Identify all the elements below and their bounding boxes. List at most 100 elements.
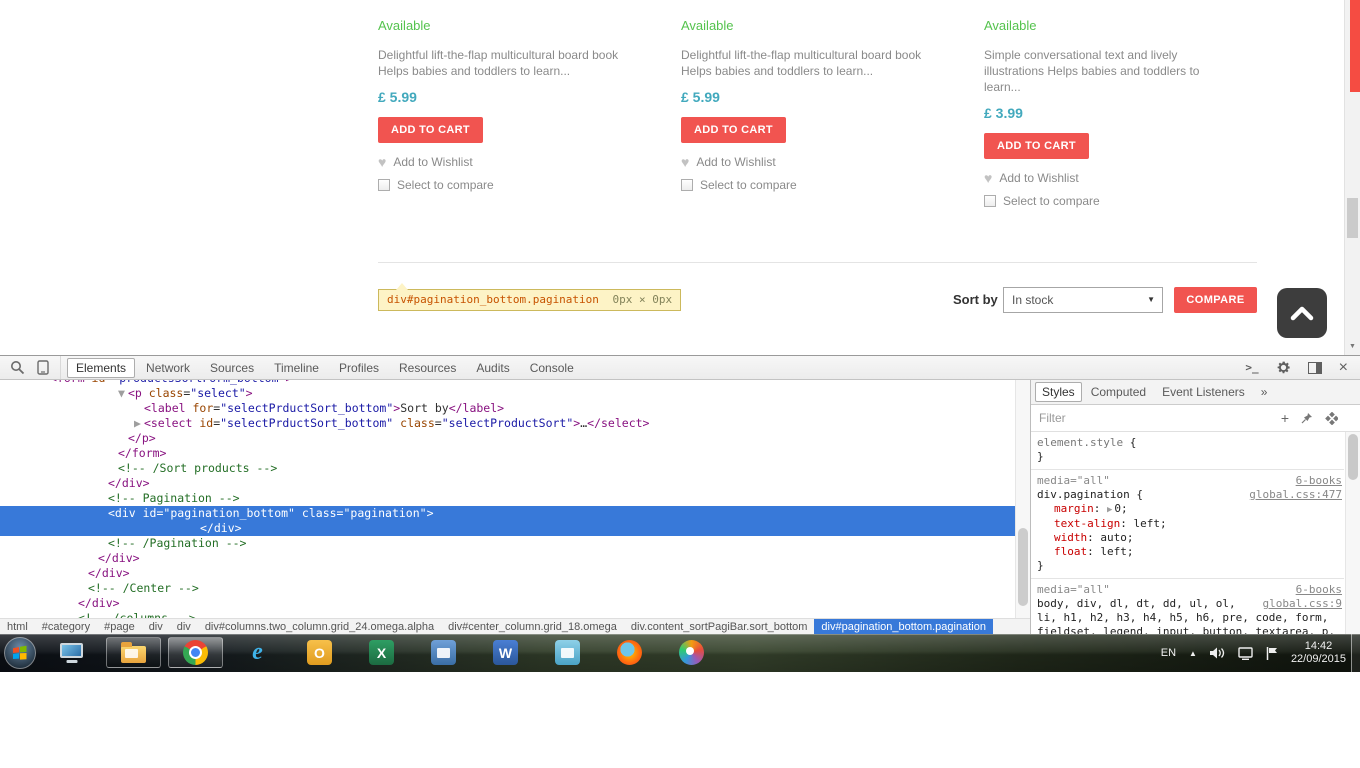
- clock[interactable]: 14:42 22/09/2015: [1291, 640, 1346, 666]
- styles-tab-styles[interactable]: Styles: [1035, 382, 1082, 402]
- devtools-tab-resources[interactable]: Resources: [390, 358, 465, 378]
- search-icon[interactable]: [10, 360, 25, 375]
- css-property-value[interactable]: auto: [1100, 531, 1127, 544]
- stylesheet-link[interactable]: global.css:477: [1249, 488, 1342, 502]
- elements-tree-node[interactable]: </div>: [0, 566, 1015, 581]
- add-to-wishlist-link[interactable]: ♥ Add to Wishlist: [984, 171, 1287, 185]
- css-property-name[interactable]: width: [1054, 531, 1087, 544]
- select-to-compare[interactable]: Select to compare: [378, 178, 681, 192]
- breadcrumb-item[interactable]: html: [0, 621, 35, 633]
- stylesheet-link[interactable]: 6-books: [1296, 583, 1342, 597]
- add-to-wishlist-link[interactable]: ♥ Add to Wishlist: [681, 155, 984, 169]
- taskbar-firefox-button[interactable]: [602, 637, 657, 668]
- console-drawer-icon[interactable]: >_: [1245, 361, 1258, 374]
- volume-icon[interactable]: [1209, 647, 1225, 659]
- css-property[interactable]: float: left;: [1037, 545, 1344, 559]
- devtools-tab-audits[interactable]: Audits: [467, 358, 518, 378]
- page-scrollbar-thumb[interactable]: [1347, 198, 1358, 238]
- devtools-tab-sources[interactable]: Sources: [201, 358, 263, 378]
- devtools-tab-profiles[interactable]: Profiles: [330, 358, 388, 378]
- elements-tree-node[interactable]: ▼ <p class="select">: [0, 386, 1015, 401]
- element-state-icon[interactable]: [1325, 411, 1338, 425]
- breadcrumb-item[interactable]: div#pagination_bottom.pagination: [814, 619, 993, 634]
- styles-filter-input[interactable]: Filter: [1039, 411, 1066, 425]
- new-style-rule-icon[interactable]: +: [1281, 411, 1289, 425]
- sort-select-dropdown[interactable]: In stock ▼: [1003, 287, 1163, 313]
- action-center-flag-icon[interactable]: [1266, 646, 1278, 660]
- styles-scrollbar[interactable]: [1345, 432, 1360, 634]
- css-property-value[interactable]: left: [1133, 517, 1160, 530]
- breadcrumb-item[interactable]: #page: [97, 621, 142, 633]
- taskbar-desktop-icon[interactable]: [44, 637, 99, 668]
- add-to-cart-button[interactable]: ADD TO CART: [378, 117, 483, 143]
- expand-arrow-icon[interactable]: ▶: [1107, 505, 1112, 515]
- elements-tree-node[interactable]: </div>: [0, 476, 1015, 491]
- elements-tree-node[interactable]: <!-- Pagination -->: [0, 491, 1015, 506]
- add-to-wishlist-link[interactable]: ♥ Add to Wishlist: [378, 155, 681, 169]
- compare-checkbox[interactable]: [984, 195, 996, 207]
- css-selector[interactable]: element.style: [1037, 436, 1123, 449]
- styles-scrollbar-thumb[interactable]: [1348, 434, 1358, 480]
- gear-icon[interactable]: [1276, 360, 1291, 375]
- breadcrumb-item[interactable]: div#center_column.grid_18.omega: [441, 621, 624, 633]
- network-icon[interactable]: [1238, 646, 1253, 660]
- dock-side-icon[interactable]: [1307, 361, 1322, 374]
- device-toolbar-icon[interactable]: [36, 360, 50, 375]
- elements-tree-node[interactable]: <div id="pagination_bottom" class="pagin…: [0, 506, 1015, 521]
- elements-tree-node[interactable]: <!-- /Pagination -->: [0, 536, 1015, 551]
- styles-tab-event-listeners[interactable]: Event Listeners: [1155, 382, 1252, 402]
- css-selector[interactable]: body, div, dl, dt, dd, ul, ol,: [1037, 597, 1236, 611]
- stylesheet-link[interactable]: global.css:9: [1263, 597, 1342, 611]
- elements-scrollbar[interactable]: [1015, 380, 1030, 618]
- css-property-name[interactable]: float: [1054, 545, 1087, 558]
- elements-tree-node[interactable]: <label for="selectPrductSort_bottom">Sor…: [0, 401, 1015, 416]
- scrollbar-down-arrow[interactable]: ▼: [1345, 339, 1360, 355]
- elements-tree-node[interactable]: <!-- /Center -->: [0, 581, 1015, 596]
- taskbar-excel-button[interactable]: X: [354, 637, 409, 668]
- styles-tab-computed[interactable]: Computed: [1084, 382, 1153, 402]
- scroll-to-top-button[interactable]: [1277, 288, 1327, 338]
- pin-icon[interactable]: [1301, 412, 1313, 424]
- elements-tree-node[interactable]: <!-- /columns -->: [0, 611, 1015, 618]
- taskbar-app-teal-button[interactable]: [540, 637, 595, 668]
- taskbar-word-button[interactable]: W: [478, 637, 533, 668]
- breadcrumb-item[interactable]: div#columns.two_column.grid_24.omega.alp…: [198, 621, 441, 633]
- css-selector[interactable]: fieldset, legend, input, button, textare…: [1037, 625, 1335, 634]
- devtools-tab-console[interactable]: Console: [521, 358, 583, 378]
- stylesheet-link[interactable]: 6-books: [1296, 474, 1342, 488]
- start-button[interactable]: [3, 636, 37, 670]
- css-property-value[interactable]: left: [1100, 545, 1127, 558]
- compare-button[interactable]: COMPARE: [1174, 287, 1257, 313]
- add-to-cart-button[interactable]: ADD TO CART: [984, 133, 1089, 159]
- select-to-compare[interactable]: Select to compare: [984, 194, 1287, 208]
- css-property[interactable]: width: auto;: [1037, 531, 1344, 545]
- elements-tree-node[interactable]: </div>: [0, 596, 1015, 611]
- breadcrumb-item[interactable]: #category: [35, 621, 97, 633]
- css-property-name[interactable]: text-align: [1054, 517, 1120, 530]
- taskbar-ie-button[interactable]: e: [230, 637, 285, 668]
- hidden-icons-chevron[interactable]: ▲: [1189, 649, 1197, 658]
- elements-scrollbar-thumb[interactable]: [1018, 528, 1028, 606]
- devtools-tab-network[interactable]: Network: [137, 358, 199, 378]
- css-property[interactable]: text-align: left;: [1037, 517, 1344, 531]
- elements-tree-node[interactable]: ▶ <select id="selectPrductSort_bottom" cl…: [0, 416, 1015, 431]
- css-property[interactable]: margin: ▶ 0;: [1037, 502, 1344, 517]
- close-icon[interactable]: ×: [1339, 359, 1348, 375]
- taskbar-paint-button[interactable]: [664, 637, 719, 668]
- breadcrumb-item[interactable]: div.content_sortPagiBar.sort_bottom: [624, 621, 815, 633]
- devtools-tab-elements[interactable]: Elements: [67, 357, 136, 378]
- elements-tree-node[interactable]: <!-- /Sort products -->: [0, 461, 1015, 476]
- taskbar-explorer-button[interactable]: [106, 637, 161, 668]
- compare-checkbox[interactable]: [681, 179, 693, 191]
- breadcrumb-item[interactable]: div: [170, 621, 198, 633]
- css-selector[interactable]: div.pagination {: [1037, 488, 1143, 502]
- add-to-cart-button[interactable]: ADD TO CART: [681, 117, 786, 143]
- elements-tree-node[interactable]: </div>: [0, 521, 1015, 536]
- breadcrumb-item[interactable]: div: [142, 621, 170, 633]
- elements-tree-node[interactable]: </p>: [0, 431, 1015, 446]
- css-property-name[interactable]: margin: [1054, 502, 1094, 515]
- select-to-compare[interactable]: Select to compare: [681, 178, 984, 192]
- devtools-tab-timeline[interactable]: Timeline: [265, 358, 328, 378]
- language-indicator[interactable]: EN: [1161, 647, 1176, 659]
- elements-tree-node[interactable]: </form>: [0, 446, 1015, 461]
